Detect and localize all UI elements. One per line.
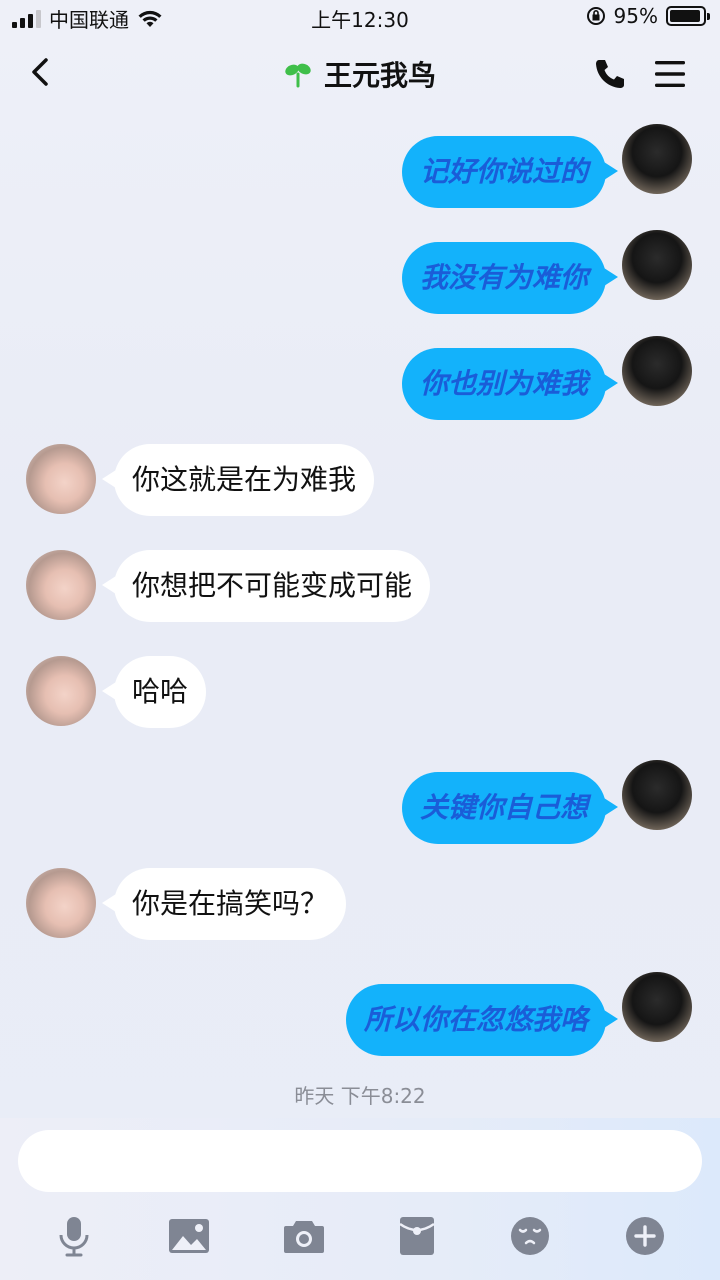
avatar[interactable] <box>26 868 96 938</box>
chat-title-text: 王元我鸟 <box>323 59 436 92</box>
avatar[interactable] <box>622 760 692 830</box>
message-row: 我没有为难你 <box>0 230 720 314</box>
message-row: 你是在搞笑吗？ <box>0 868 720 948</box>
message-row: 你这就是在为难我 <box>0 444 720 524</box>
message-bubble[interactable]: 哈哈 <box>101 656 207 728</box>
message-timestamp: 昨天 下午8:22 <box>294 1084 426 1108</box>
sprout-icon <box>285 63 311 88</box>
message-bubble[interactable]: 记好你说过的 <box>401 136 619 208</box>
plus-icon[interactable] <box>621 1212 669 1260</box>
avatar[interactable] <box>622 124 692 194</box>
red-packet-icon[interactable] <box>393 1212 441 1260</box>
message-row: 记好你说过的 <box>0 124 720 208</box>
avatar[interactable] <box>26 444 96 514</box>
avatar[interactable] <box>622 336 692 406</box>
message-row: 你想把不可能变成可能 <box>0 550 720 630</box>
phone-icon[interactable] <box>590 54 630 94</box>
input-area <box>0 1118 720 1280</box>
emoji-icon[interactable] <box>506 1212 554 1260</box>
status-right: 95% <box>586 4 710 28</box>
message-bubble[interactable]: 关键你自己想 <box>401 772 619 844</box>
message-row: 你也别为难我 <box>0 336 720 420</box>
input-toolbar <box>0 1212 720 1262</box>
message-list[interactable]: 记好你说过的 我没有为难你 你也别为难我 你这就是在为难我 你想把不可能变成可能… <box>0 110 720 1120</box>
battery-fill <box>670 10 701 22</box>
avatar[interactable] <box>622 230 692 300</box>
nav-bar: 王元我鸟 <box>0 36 720 110</box>
avatar[interactable] <box>26 550 96 620</box>
message-bubble[interactable]: 你也别为难我 <box>401 348 619 420</box>
camera-icon[interactable] <box>280 1212 328 1260</box>
battery-icon <box>666 6 710 26</box>
message-bubble[interactable]: 你是在搞笑吗？ <box>101 868 347 940</box>
message-row: 关键你自己想 <box>0 760 720 844</box>
message-input[interactable] <box>18 1130 702 1192</box>
orientation-lock-icon <box>586 7 605 25</box>
message-bubble[interactable]: 你这就是在为难我 <box>101 444 375 516</box>
message-row: 所以你在忽悠我咯 <box>0 972 720 1056</box>
microphone-icon[interactable] <box>50 1212 98 1260</box>
image-icon[interactable] <box>165 1212 213 1260</box>
menu-icon[interactable] <box>652 56 688 92</box>
message-bubble[interactable]: 我没有为难你 <box>401 242 619 314</box>
message-row: 哈哈 <box>0 656 720 736</box>
status-bar: 中国联通 上午12:30 95% <box>0 0 720 36</box>
avatar[interactable] <box>622 972 692 1042</box>
avatar[interactable] <box>26 656 96 726</box>
message-bubble[interactable]: 你想把不可能变成可能 <box>101 550 431 622</box>
message-bubble[interactable]: 所以你在忽悠我咯 <box>345 984 619 1056</box>
battery-percent: 95% <box>613 4 658 28</box>
